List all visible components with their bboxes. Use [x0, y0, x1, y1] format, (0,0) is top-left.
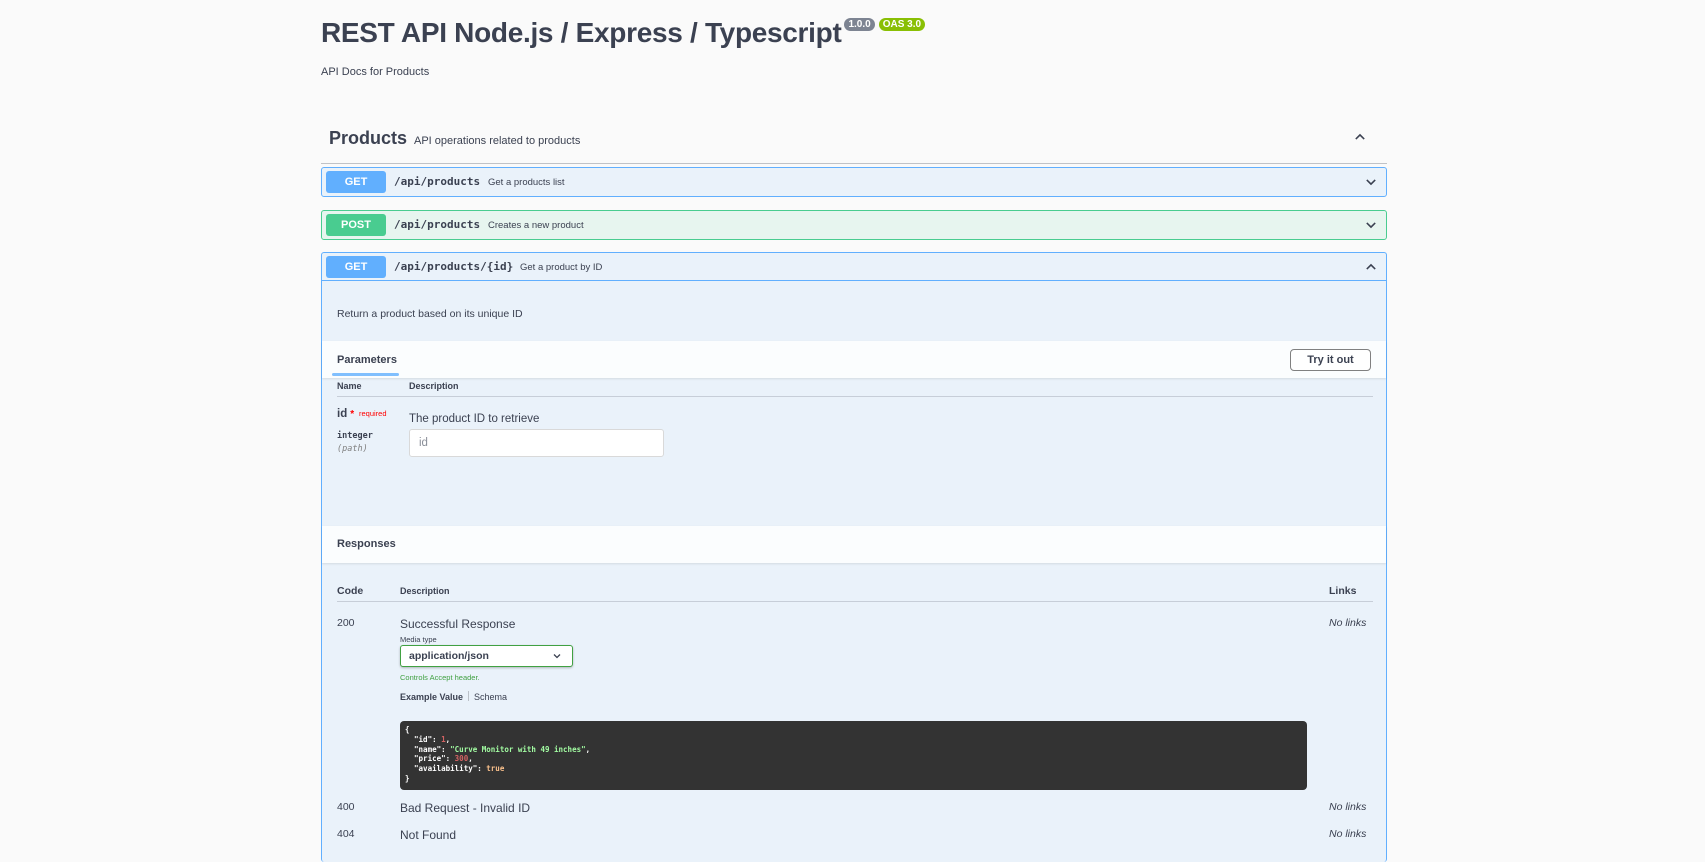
tag-products-header[interactable]: Products API operations related to produ…: [321, 120, 1387, 164]
info-header: REST API Node.js / Express / Typescript …: [321, 17, 926, 49]
resp-col-links: Links: [1329, 585, 1357, 597]
chevron-down-icon[interactable]: [1364, 175, 1378, 189]
oas-badge: OAS 3.0: [878, 18, 926, 31]
tab-parameters[interactable]: Parameters: [337, 354, 397, 366]
example-json-block: { "id": 1, "name": "Curve Monitor with 4…: [400, 721, 1307, 790]
try-it-out-button[interactable]: Try it out: [1290, 349, 1371, 371]
operation-summary[interactable]: POST /api/products Creates a new product: [322, 211, 1386, 239]
example-tabs: Example Value Schema: [400, 691, 507, 702]
operation-post-products[interactable]: POST /api/products Creates a new product: [321, 210, 1387, 240]
media-type-value: application/json: [409, 650, 489, 662]
page-title: REST API Node.js / Express / Typescript: [321, 17, 842, 48]
resp-col-code: Code: [337, 585, 364, 597]
responses-section-header: Responses: [322, 526, 1386, 563]
operation-path: /api/products: [394, 175, 481, 188]
method-badge: GET: [326, 256, 386, 278]
operation-summary-text: Get a product by ID: [520, 262, 603, 273]
chevron-up-icon[interactable]: [1353, 130, 1367, 144]
param-name-text: id: [337, 408, 348, 420]
tag-description: API operations related to products: [414, 135, 581, 147]
tab-schema[interactable]: Schema: [474, 692, 507, 702]
param-name: id *: [337, 408, 354, 420]
operation-path: /api/products/{id}: [394, 260, 514, 273]
tag-name: Products: [329, 128, 408, 148]
parameters-section-header: Parameters Try it out: [322, 341, 1386, 378]
response-description: Successful Response: [400, 617, 516, 631]
param-id-input[interactable]: [409, 429, 664, 457]
tab-example-value[interactable]: Example Value: [400, 692, 463, 702]
chevron-up-icon[interactable]: [1364, 260, 1378, 274]
response-links: No links: [1329, 828, 1367, 840]
operation-get-products[interactable]: GET /api/products Get a products list: [321, 167, 1387, 197]
method-badge: POST: [326, 214, 386, 236]
operation-summary[interactable]: GET /api/products/{id} Get a product by …: [322, 253, 1386, 281]
operation-summary-text: Creates a new product: [488, 220, 584, 231]
parameters-table-header: Name Description: [337, 381, 1373, 397]
operation-path: /api/products: [394, 218, 481, 231]
chevron-down-icon[interactable]: [1364, 218, 1378, 232]
response-code: 200: [337, 617, 355, 629]
required-star: *: [350, 409, 355, 420]
response-links: No links: [1329, 801, 1367, 813]
resp-col-description: Description: [400, 586, 450, 596]
param-col-description: Description: [409, 381, 459, 391]
response-links: No links: [1329, 617, 1367, 629]
chevron-down-icon: [553, 654, 561, 659]
param-location: (path): [337, 444, 368, 454]
response-code: 400: [337, 801, 355, 813]
responses-table-header: Code Description Links: [337, 582, 1373, 602]
response-description: Not Found: [400, 828, 457, 842]
response-code: 404: [337, 828, 355, 840]
version-badge: 1.0.0: [844, 18, 875, 31]
operation-summary-text: Get a products list: [488, 177, 565, 188]
media-type-label: Media type: [400, 635, 437, 644]
operation-summary[interactable]: GET /api/products Get a products list: [322, 168, 1386, 196]
media-type-select[interactable]: application/json: [400, 645, 573, 667]
response-description: Bad Request - Invalid ID: [400, 801, 531, 815]
method-badge: GET: [326, 171, 386, 193]
tab-active-indicator: [332, 373, 399, 376]
operation-description: Return a product based on its unique ID: [337, 308, 523, 320]
page-subtitle: API Docs for Products: [321, 66, 430, 78]
operation-get-product-by-id: GET /api/products/{id} Get a product by …: [321, 252, 1387, 862]
tab-divider: [468, 691, 470, 701]
param-col-name: Name: [337, 381, 362, 391]
param-type: integer: [337, 431, 373, 441]
param-description: The product ID to retrieve: [409, 413, 540, 425]
responses-title: Responses: [337, 538, 396, 550]
param-required-label: required: [359, 409, 387, 418]
media-type-note: Controls Accept header.: [400, 673, 480, 682]
